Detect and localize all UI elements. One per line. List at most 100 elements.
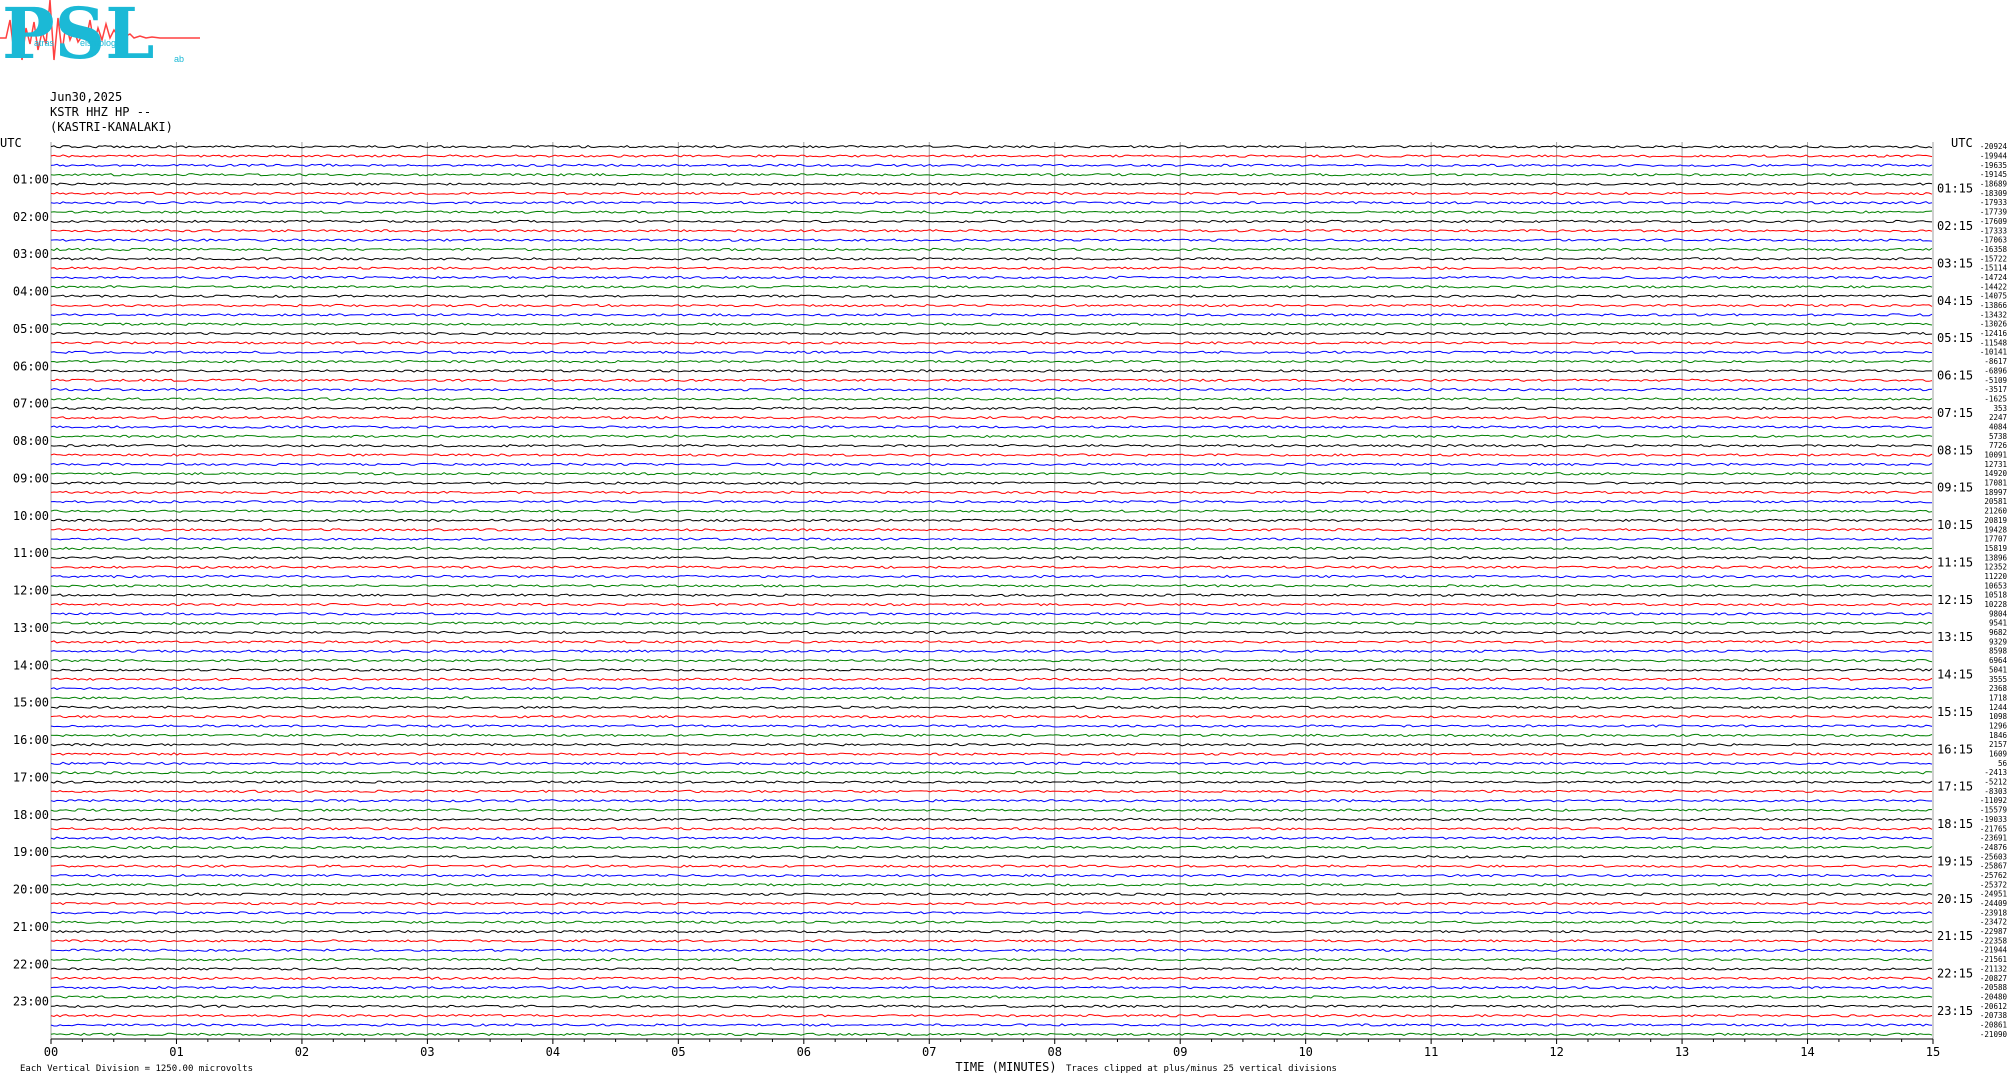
trace-line: [50, 163, 1933, 168]
trace-line: [50, 873, 1933, 878]
x-axis-title: TIME (MINUTES): [955, 1060, 1056, 1074]
right-hour-label: 07:15: [1937, 406, 1973, 420]
trace-offset-label: -23918: [1980, 908, 2008, 917]
trace-offset-label: 12352: [1984, 563, 2007, 572]
trace-offset-label: 6964: [1989, 656, 2008, 665]
trace-offset-label: 1244: [1989, 703, 2008, 712]
trace-line: [50, 864, 1933, 868]
trace-line: [50, 359, 1933, 364]
right-hour-label: 22:15: [1937, 967, 1973, 981]
right-hour-label: 10:15: [1937, 518, 1973, 532]
right-hour-label: 11:15: [1937, 556, 1973, 570]
trace-offset-label: -17739: [1980, 208, 2007, 217]
trace-line: [50, 714, 1933, 719]
trace-line: [51, 855, 1933, 859]
trace-offset-label: -10141: [1980, 348, 2007, 357]
trace-line: [50, 294, 1933, 298]
clip-note: Traces clipped at plus/minus 25 vertical…: [1066, 1064, 1337, 1074]
trace-offset-label: -20924: [1980, 142, 2008, 151]
trace-line: [50, 808, 1933, 812]
trace-offset-label: -15579: [1980, 806, 2007, 815]
trace-offset-label: -25372: [1980, 880, 2007, 889]
trace-offset-label: -20738: [1980, 1011, 2008, 1020]
trace-line: [50, 957, 1933, 962]
trace-offset-label: 17707: [1984, 535, 2007, 544]
trace-line: [51, 257, 1933, 261]
left-hour-label: 03:00: [13, 247, 49, 261]
trace-offset-label: -23691: [1980, 834, 2007, 843]
trace-offset-label: 15819: [1984, 544, 2007, 553]
trace-offset-label: 10091: [1984, 451, 2007, 460]
trace-offset-label: 11220: [1984, 572, 2007, 581]
trace-line: [50, 247, 1933, 252]
trace-line: [50, 929, 1933, 934]
trace-offset-label: 1718: [1989, 694, 2008, 703]
x-tick-label: 06: [797, 1045, 811, 1059]
trace-line: [51, 472, 1933, 476]
trace-offset-label: -13432: [1980, 310, 2007, 319]
left-hour-label: 13:00: [13, 621, 49, 635]
trace-offset-label: -20861: [1980, 1021, 2007, 1030]
trace-line: [50, 238, 1933, 242]
trace-line: [50, 350, 1933, 354]
trace-line: [50, 892, 1933, 896]
trace-line: [50, 172, 1933, 177]
right-hour-label: 08:15: [1937, 443, 1973, 457]
trace-offset-label: 1098: [1989, 712, 2008, 721]
trace-offset-label: -3517: [1984, 385, 2007, 394]
left-hour-label: 15:00: [13, 696, 49, 710]
trace-line: [50, 771, 1933, 775]
trace-line: [50, 593, 1933, 597]
trace-line: [50, 322, 1933, 326]
trace-offset-label: 3555: [1989, 675, 2007, 684]
x-tick-label: 03: [420, 1045, 434, 1059]
left-hour-label: 02:00: [13, 210, 49, 224]
trace-line: [50, 845, 1933, 850]
trace-offset-label: -17333: [1980, 226, 2007, 235]
trace-line: [50, 836, 1933, 840]
right-hour-label: 21:15: [1937, 929, 1973, 943]
seismogram-helicorder: PSL atras eismology ab Jun30,2025 KSTR H…: [0, 0, 2008, 1074]
trace-line: [50, 686, 1933, 691]
trace-offset-label: -19944: [1980, 152, 2008, 161]
trace-offset-label: -25603: [1980, 852, 2007, 861]
trace-line: [50, 331, 1933, 336]
logo-letters: PSL: [2, 0, 154, 75]
trace-offset-label: 56: [1998, 759, 2008, 768]
trace-line: [51, 528, 1933, 532]
header-station: KSTR HHZ HP --: [50, 105, 151, 119]
right-hour-label: 19:15: [1937, 855, 1973, 869]
trace-offset-label: -21765: [1980, 824, 2007, 833]
seismic-traces: [50, 145, 1933, 1036]
x-tick-label: 07: [922, 1045, 936, 1059]
trace-offset-label: -8303: [1984, 787, 2007, 796]
trace-offset-label: 21260: [1984, 507, 2007, 516]
trace-offset-label: -16358: [1980, 245, 2008, 254]
trace-offset-label: 2157: [1989, 740, 2007, 749]
x-tick-label: 13: [1675, 1045, 1689, 1059]
left-hour-label: 04:00: [13, 285, 49, 299]
trace-line: [50, 705, 1933, 710]
right-hour-label: 23:15: [1937, 1004, 1973, 1018]
left-hour-label: 06:00: [13, 359, 49, 373]
trace-offset-label: -14422: [1980, 282, 2007, 291]
trace-offset-label: 19428: [1984, 525, 2007, 534]
trace-offset-label: 14920: [1984, 469, 2007, 478]
trace-offset-label: 9329: [1989, 637, 2007, 646]
trace-line: [50, 490, 1933, 495]
trace-line: [50, 200, 1933, 205]
left-hour-labels: 01:00 02:00 03:00 04:00 05:00 06:00 07:00 08:00…: [13, 172, 49, 1008]
trace-line: [50, 378, 1933, 382]
left-hour-label: 05:00: [13, 322, 49, 336]
x-tick-label: 14: [1800, 1045, 1814, 1059]
trace-line: [50, 415, 1933, 420]
trace-line: [50, 780, 1933, 784]
trace-offset-label: 4084: [1989, 423, 2008, 432]
trace-line: [50, 817, 1933, 822]
trace-offset-label: -17933: [1980, 198, 2007, 207]
trace-line: [50, 275, 1933, 280]
trace-offset-label: -6896: [1984, 366, 2007, 375]
x-tick-label: 09: [1173, 1045, 1187, 1059]
trace-offset-label: 1296: [1989, 722, 2008, 731]
trace-line: [50, 630, 1933, 635]
